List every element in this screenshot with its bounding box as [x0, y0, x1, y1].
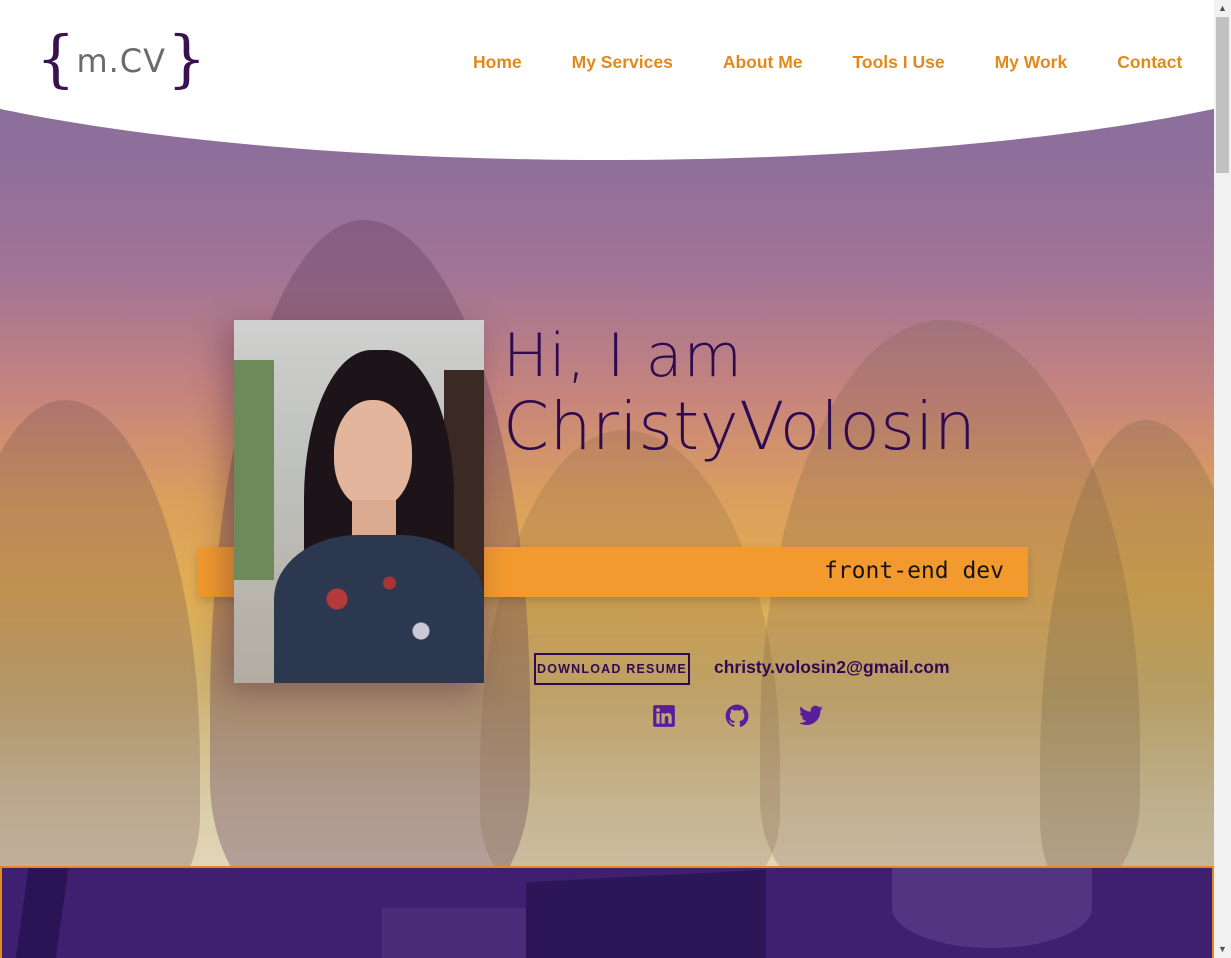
role-text: front-end dev [823, 558, 1004, 584]
logo-text: m.CV [76, 42, 167, 80]
hero-heading: Hi, I am ChristyVolosin [503, 326, 976, 460]
main-nav: Home My Services About Me Tools I Use My… [473, 52, 1182, 73]
name-text: ChristyVolosin [503, 388, 977, 465]
linkedin-icon[interactable] [651, 703, 677, 729]
services-section [0, 866, 1214, 958]
logo-close-brace: } [167, 22, 207, 95]
nav-contact[interactable]: Contact [1117, 52, 1182, 73]
page-scrollbar[interactable]: ▲ ▼ [1214, 0, 1231, 958]
site-logo[interactable]: { m.CV } [36, 28, 206, 90]
twitter-icon[interactable] [798, 703, 824, 729]
scroll-up-icon[interactable]: ▲ [1214, 0, 1231, 17]
download-resume-button[interactable]: DOWNLOAD RESUME [534, 653, 690, 685]
nav-home[interactable]: Home [473, 52, 522, 73]
greeting-text: Hi, I am [503, 321, 743, 391]
nav-my-work[interactable]: My Work [995, 52, 1068, 73]
hero-section: front-end dev Hi, I am ChristyVolosin DO… [0, 0, 1214, 866]
logo-open-brace: { [36, 22, 76, 95]
scrollbar-thumb[interactable] [1216, 17, 1229, 173]
email-link[interactable]: christy.volosin2@gmail.com [714, 657, 950, 678]
mountain-backdrop [0, 400, 200, 866]
github-icon[interactable] [724, 703, 750, 729]
nav-my-services[interactable]: My Services [572, 52, 673, 73]
mountain-backdrop [480, 430, 780, 866]
nav-tools-i-use[interactable]: Tools I Use [853, 52, 945, 73]
nav-about-me[interactable]: About Me [723, 52, 803, 73]
profile-photo [234, 320, 484, 683]
site-header: { m.CV } Home My Services About Me Tools… [0, 0, 1214, 100]
scroll-down-icon[interactable]: ▼ [1214, 941, 1231, 958]
